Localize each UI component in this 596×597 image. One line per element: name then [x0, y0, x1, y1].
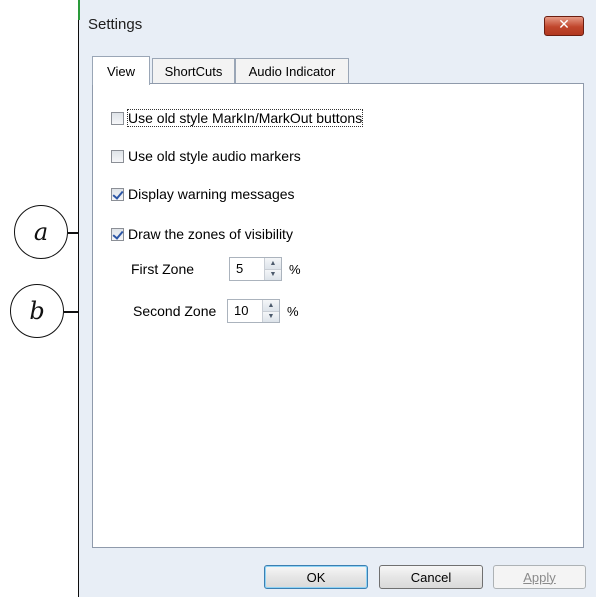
tab-view[interactable]: View: [92, 56, 150, 85]
second-zone-spin-buttons: ▲ ▼: [262, 300, 279, 322]
option-old-markin-markout-label: Use old style MarkIn/MarkOut buttons: [126, 109, 364, 127]
second-zone-up-button[interactable]: ▲: [263, 300, 279, 312]
second-zone-label: Second Zone: [133, 303, 217, 319]
tab-audio-indicator[interactable]: Audio Indicator: [235, 58, 349, 84]
arrow-down-icon: ▼: [267, 313, 275, 321]
first-zone-value[interactable]: 5: [230, 258, 264, 280]
first-zone-unit: %: [289, 261, 301, 277]
first-zone-up-button[interactable]: ▲: [265, 258, 281, 270]
apply-button-label: Apply: [523, 569, 556, 585]
second-zone-value[interactable]: 10: [228, 300, 262, 322]
option-old-audio-markers-label: Use old style audio markers: [128, 148, 301, 164]
arrow-down-icon: ▼: [269, 271, 277, 279]
callout-b-label: b: [29, 297, 45, 325]
tab-view-label: View: [107, 63, 135, 79]
checkbox-old-audio-markers[interactable]: [111, 149, 124, 163]
second-zone-spinner[interactable]: 10 ▲ ▼: [227, 299, 280, 323]
title-bar: Settings ✕: [79, 0, 596, 44]
callout-a-label: a: [33, 218, 49, 246]
apply-button[interactable]: Apply: [493, 565, 586, 589]
callout-a: a: [14, 205, 68, 259]
settings-dialog: Settings ✕ View ShortCuts Audio Indicato…: [78, 0, 596, 597]
ok-button-label: OK: [306, 569, 326, 585]
close-button[interactable]: ✕: [544, 16, 584, 36]
tab-shortcuts-label: ShortCuts: [164, 64, 223, 79]
first-zone-spin-buttons: ▲ ▼: [264, 258, 281, 280]
ok-button[interactable]: OK: [264, 565, 368, 589]
second-zone-row: Second Zone 10 ▲ ▼ %: [133, 299, 299, 323]
first-zone-down-button[interactable]: ▼: [265, 269, 281, 280]
second-zone-down-button[interactable]: ▼: [263, 311, 279, 322]
option-draw-zones[interactable]: Draw the zones of visibility: [111, 226, 293, 242]
first-zone-spinner[interactable]: 5 ▲ ▼: [229, 257, 282, 281]
first-zone-label: First Zone: [131, 261, 195, 277]
cancel-button[interactable]: Cancel: [379, 565, 483, 589]
view-tab-panel: Use old style MarkIn/MarkOut buttons Use…: [92, 83, 584, 548]
tab-audio-indicator-label: Audio Indicator: [248, 64, 336, 79]
cancel-button-label: Cancel: [410, 569, 452, 585]
option-old-markin-markout[interactable]: Use old style MarkIn/MarkOut buttons: [111, 109, 364, 127]
option-display-warnings[interactable]: Display warning messages: [111, 186, 295, 202]
second-zone-unit: %: [287, 303, 299, 319]
option-old-audio-markers[interactable]: Use old style audio markers: [111, 148, 301, 164]
checkbox-draw-zones[interactable]: [111, 227, 124, 241]
option-draw-zones-label: Draw the zones of visibility: [128, 226, 293, 242]
checkbox-old-markin-markout[interactable]: [111, 111, 124, 125]
callout-b: b: [10, 284, 64, 338]
arrow-up-icon: ▲: [267, 301, 275, 309]
arrow-up-icon: ▲: [269, 259, 277, 267]
checkbox-display-warnings[interactable]: [111, 187, 124, 201]
option-display-warnings-label: Display warning messages: [128, 186, 295, 202]
close-icon: ✕: [558, 17, 570, 33]
tab-shortcuts[interactable]: ShortCuts: [152, 58, 235, 84]
window-title: Settings: [88, 16, 143, 33]
first-zone-row: First Zone 5 ▲ ▼ %: [131, 257, 301, 281]
